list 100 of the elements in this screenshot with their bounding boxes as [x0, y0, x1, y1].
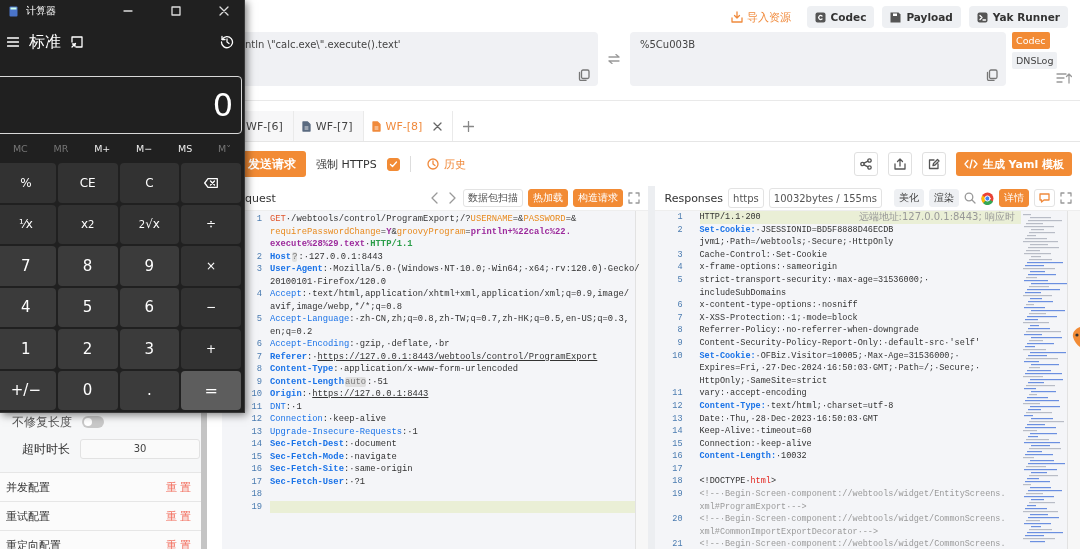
checkbox[interactable] — [386, 157, 400, 171]
export-button[interactable] — [887, 152, 912, 176]
code-line: Host?:·127.0.0.1:8443 — [270, 250, 384, 263]
history-icon[interactable] — [220, 35, 234, 49]
browser-icon[interactable] — [981, 191, 994, 205]
calculator-key[interactable]: 2 — [57, 329, 118, 369]
memory-button[interactable]: M− — [130, 142, 159, 155]
calculator-key[interactable]: % — [0, 163, 56, 203]
code-line: <!DOCTYPE·html> — [699, 475, 778, 489]
copy-icon[interactable] — [986, 69, 998, 81]
calculator-key[interactable]: ⅟x — [0, 204, 56, 244]
code-line: Sec-Fetch-Site:·same-origin — [270, 463, 414, 476]
tab[interactable]: WF-[7] — [293, 111, 364, 141]
search-icon[interactable] — [964, 192, 976, 204]
code-line: x-frame-options:·sameorigin — [699, 261, 839, 274]
line-number: 16 — [671, 450, 684, 463]
code-line: x-content-type-options:·nosniff — [699, 299, 859, 312]
line-number: 14 — [671, 425, 684, 438]
code-line: execute%28%29.text·HTTP/1.1 — [270, 238, 414, 251]
codec-icon — [814, 11, 826, 23]
calculator-key[interactable]: 4 — [0, 287, 56, 327]
menu-icon[interactable] — [7, 37, 19, 47]
render-button[interactable]: 渲染 — [929, 189, 959, 207]
line-number: 10 — [671, 349, 684, 363]
hover-hint: 远端地址:127.0.0.1:8443; 响应时 — [858, 211, 1015, 224]
calculator-key[interactable]: = — [181, 370, 241, 410]
export-icon — [893, 158, 906, 170]
section-header[interactable]: 重试配置 重 置 — [0, 501, 201, 530]
add-tab-icon[interactable] — [463, 120, 475, 132]
codec-output[interactable]: %5Cu003B — [630, 32, 1006, 86]
code-line: Referer:·https://127.0.0.1:8443/webtools/control/ProgramExport — [270, 350, 599, 363]
toolbar-button[interactable]: Codec — [806, 6, 875, 28]
line-number: 12 — [250, 413, 263, 426]
clock-icon — [426, 158, 439, 170]
code-line: Accept-Encoding:·gzip,·deflate,·br — [270, 338, 451, 351]
section-header[interactable]: 并发配置 重 置 — [0, 472, 201, 501]
code-line: User-Agent:·Mozilla/5.0·(Windows·NT·10.0;·Win64;·x64;·rv:120.0)·Gecko/ — [270, 263, 640, 276]
calculator-key[interactable]: 8 — [57, 246, 118, 286]
keep-on-top-icon[interactable] — [71, 36, 83, 48]
calculator-key[interactable]: CE — [57, 163, 118, 203]
mascot-icon[interactable] — [1072, 326, 1080, 348]
fullscreen-icon[interactable] — [1060, 192, 1072, 204]
calculator-key[interactable]: 1 — [0, 329, 56, 369]
option-label: 强制 HTTPS — [316, 156, 377, 172]
swap-icon[interactable] — [608, 54, 620, 64]
protocol-tag: https — [728, 188, 764, 208]
code-line: Content-Lengthauto:·51 — [270, 375, 390, 388]
calculator-key[interactable]: 0 — [57, 370, 118, 410]
code-line: Connection:·keep-alive — [699, 437, 813, 451]
calculator-key[interactable]: 7 — [0, 246, 56, 286]
fullscreen-icon[interactable] — [627, 192, 640, 204]
scan-button[interactable]: 数据包扫描 — [462, 189, 523, 207]
calculator-key[interactable]: 5 — [57, 287, 118, 327]
calculator-key[interactable]: − — [181, 287, 241, 327]
line-number: 11 — [671, 387, 684, 400]
close-icon[interactable] — [433, 121, 443, 131]
code-line: Content-Security-Policy-Report-Only:·default-src·'self' — [699, 336, 982, 350]
code-line: 20100101·Firefox/120.0 — [270, 275, 388, 288]
line-number: 4 — [676, 261, 684, 274]
toggle-switch[interactable] — [82, 416, 104, 428]
code-line: Cache-Control:·Set-Cookie — [699, 248, 829, 262]
calculator-key[interactable]: 6 — [119, 287, 180, 327]
maximize-icon[interactable] — [171, 6, 181, 16]
code-line: Sec-Fetch-Dest:·document — [270, 438, 398, 451]
window-title: 计算器 — [26, 4, 57, 18]
toolbar-button[interactable]: Payload — [882, 6, 961, 28]
edit-icon — [927, 158, 940, 170]
memory-button[interactable]: M+ — [88, 142, 117, 155]
mode-tab[interactable]: DNSLog — [1012, 52, 1058, 69]
beautify-button[interactable]: 美化 — [894, 189, 924, 207]
toolbar-button[interactable]: Yak Runner — [968, 6, 1068, 28]
code-line: vary:·accept-encoding — [699, 387, 808, 400]
code-line: X-XSS-Protection:·1;·mode=block — [699, 311, 859, 325]
line-number: 9 — [255, 375, 263, 388]
comment-button[interactable] — [1034, 189, 1055, 207]
calculator-key[interactable]: . — [119, 370, 180, 410]
code-line: avif,image/webp,*/*;q=0.8 — [270, 300, 403, 313]
calculator-key[interactable]: 3 — [119, 329, 180, 369]
calculator-key[interactable] — [181, 163, 241, 203]
calculator-key[interactable]: + — [181, 329, 241, 369]
code-line: Accept:·text/html,application/xhtml+xml,application/xml;q=0.9,image/ — [270, 288, 630, 301]
calculator-key[interactable]: +/− — [0, 370, 56, 410]
backspace-icon — [204, 177, 219, 188]
pane-title: Responses — [664, 191, 724, 205]
line-number: 6 — [676, 299, 684, 312]
share-button[interactable] — [853, 152, 878, 176]
output-text: %5Cu003B — [640, 39, 697, 50]
timeout-field[interactable]: 30 — [80, 439, 200, 459]
copy-icon[interactable] — [578, 69, 590, 81]
calculator-key[interactable]: ÷ — [181, 204, 241, 244]
sort-icon[interactable] — [1056, 72, 1072, 84]
edit-button[interactable] — [921, 152, 946, 176]
terminal-icon — [976, 11, 988, 23]
line-number: 14 — [250, 438, 263, 451]
calculator-key[interactable]: × — [181, 246, 241, 286]
calculator-key[interactable]: C — [119, 163, 180, 203]
line-number: 1 — [676, 211, 684, 224]
memory-button[interactable]: MS — [172, 142, 199, 155]
code-line: Keep-Alive:·timeout=60 — [699, 425, 813, 438]
calculator-key[interactable]: 9 — [119, 246, 180, 286]
